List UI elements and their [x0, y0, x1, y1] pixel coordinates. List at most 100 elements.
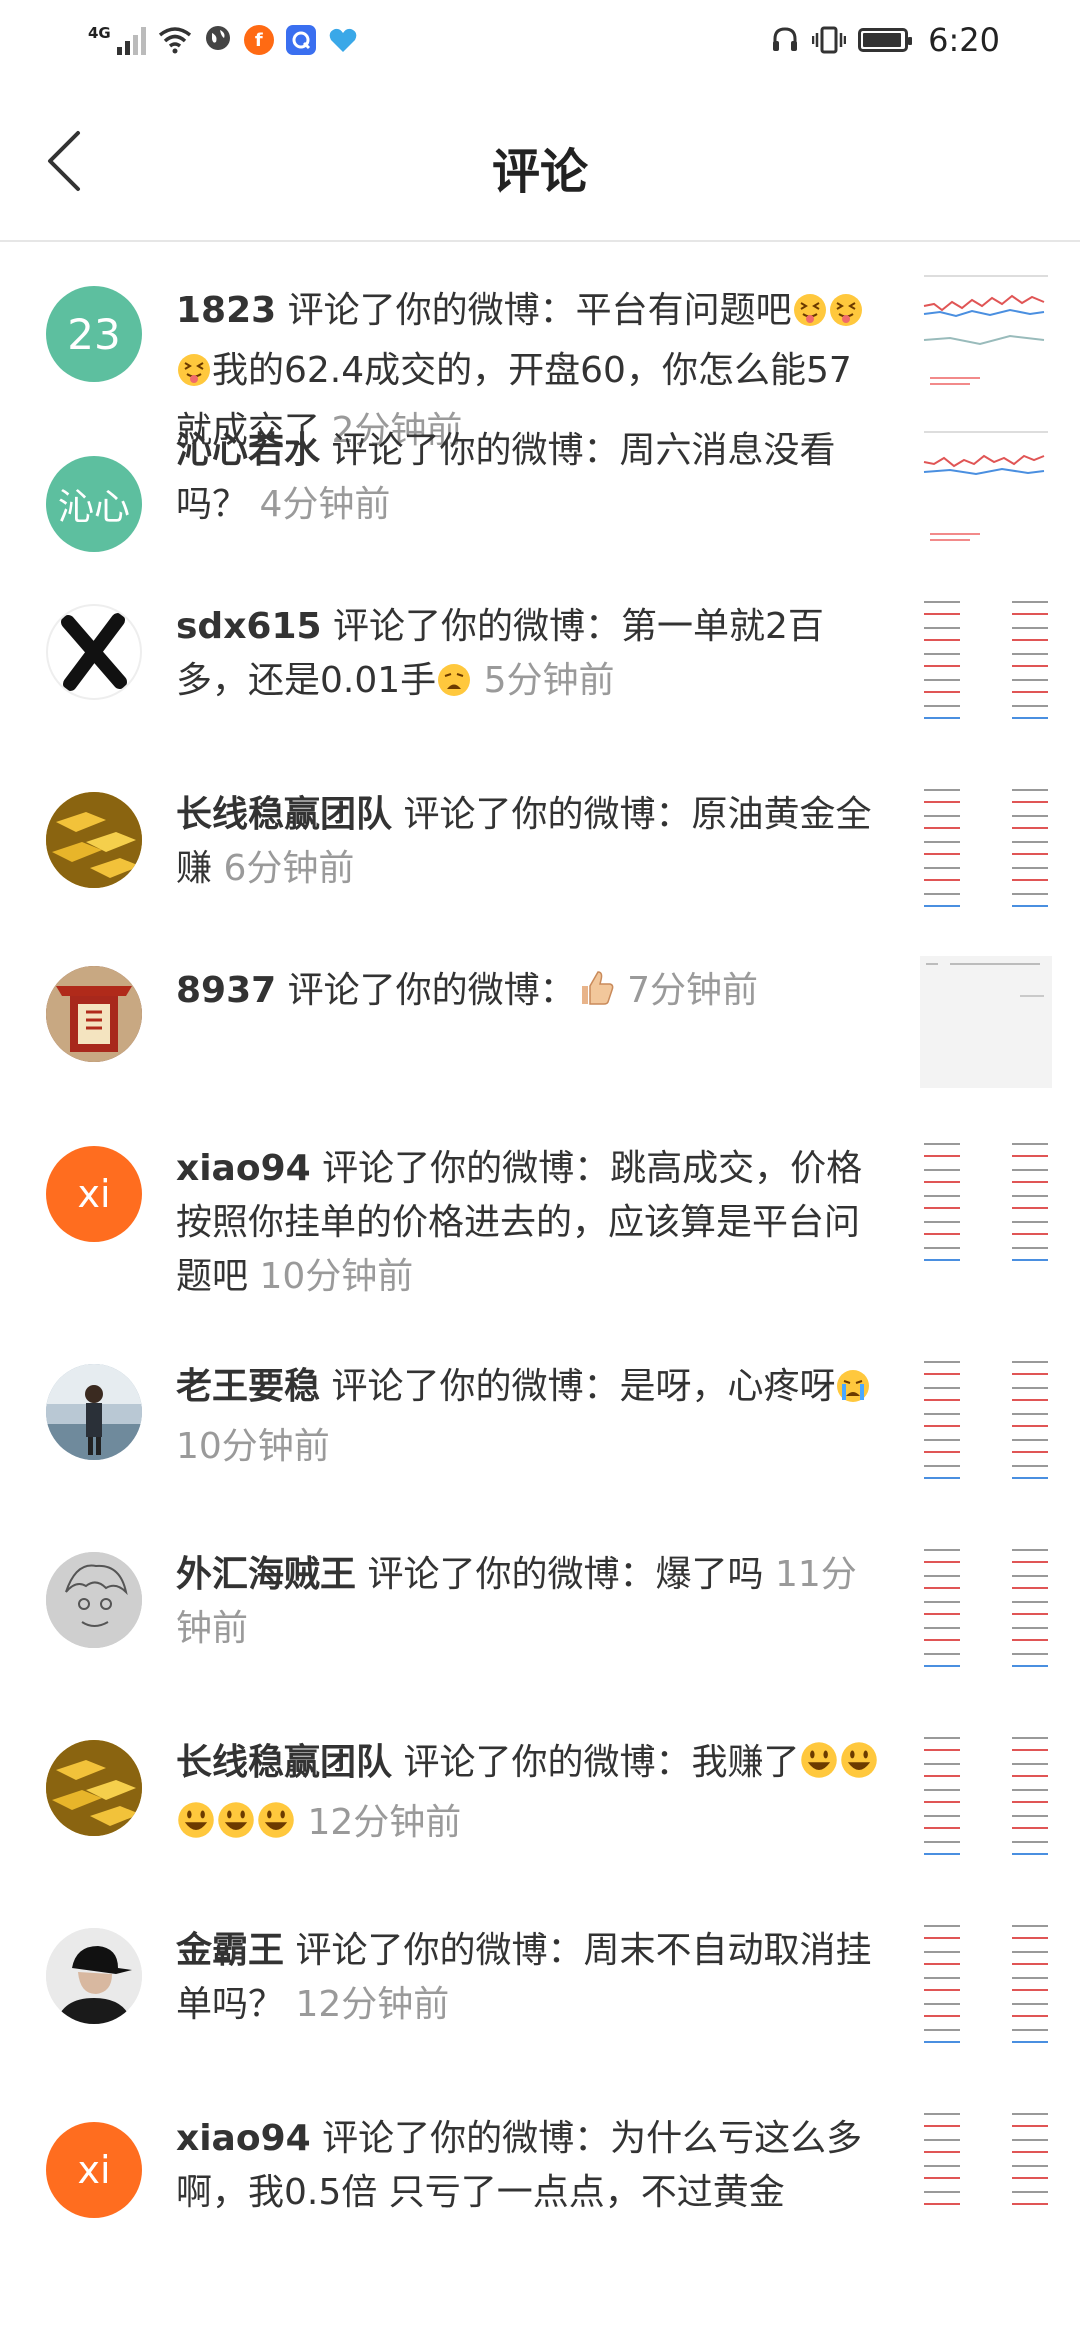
gold-bars-avatar-icon [46, 1740, 142, 1836]
avatar[interactable] [46, 966, 142, 1062]
post-thumbnail[interactable] [920, 1542, 1052, 1674]
comment-username[interactable]: xiao94 [176, 2118, 311, 2159]
post-thumbnail[interactable] [920, 1918, 1052, 2050]
grin-emoji-icon [799, 1740, 839, 1796]
comment-text: xiao94 评论了你的微博：跳高成交，价格按照你挂单的价格进去的，应该算是平台… [176, 1142, 886, 1304]
status-time: 6:20 [928, 21, 1000, 59]
comment-time: 4分钟前 [259, 484, 391, 525]
trade-list-thumbnail-icon [920, 1542, 1052, 1674]
post-thumbnail[interactable] [920, 594, 1052, 726]
status-icons-right: 6:20 [770, 21, 1000, 59]
comment-text: 沁心若水 评论了你的微博：周六消息没看吗？ 4分钟前 [176, 424, 886, 532]
comment-username[interactable]: 沁心若水 [176, 430, 320, 471]
globe-icon [204, 21, 232, 60]
trade-list-thumbnail-icon [920, 1354, 1052, 1486]
avatar[interactable] [46, 1364, 142, 1460]
comment-time: 10分钟前 [176, 1426, 330, 1467]
trade-list-thumbnail-icon [920, 2106, 1052, 2238]
grin-emoji-icon [256, 1800, 296, 1856]
comment-time: 12分钟前 [307, 1802, 462, 1843]
person-photo-avatar-icon [46, 1364, 142, 1460]
screenshot-thumbnail-icon [920, 956, 1052, 1088]
wifi-icon [158, 27, 191, 54]
avatar[interactable]: xi [46, 2122, 142, 2218]
comment-text: 长线稳赢团队 评论了你的微博：原油黄金全赚 6分钟前 [176, 788, 886, 896]
avatar[interactable]: xi [46, 1146, 142, 1242]
comment-time: 10分钟前 [259, 1256, 414, 1297]
network-type: 4G [88, 24, 111, 42]
post-thumbnail[interactable] [920, 1730, 1052, 1862]
post-thumbnail[interactable] [920, 426, 1052, 558]
grin-emoji-icon [839, 1740, 879, 1796]
crying-emoji-icon [835, 1366, 871, 1420]
comment-body: 评论了你的微博：爆了吗 [367, 1554, 764, 1595]
comment-username[interactable]: 金霸王 [176, 1930, 284, 1971]
person-cap-avatar-icon [46, 1928, 142, 2024]
comment-username[interactable]: 老王要稳 [176, 1366, 320, 1407]
avatar[interactable] [46, 1740, 142, 1836]
comment-body: 评论了你的微博：是呀，心疼呀 [331, 1366, 836, 1407]
post-thumbnail[interactable] [920, 1136, 1052, 1268]
comment-body: 评论了你的微博：平台有问题吧 [287, 290, 792, 331]
chart-thumbnail-icon [920, 270, 1052, 402]
x-mark-avatar-icon [61, 613, 127, 691]
comment-body: 评论了你的微博：我赚了 [403, 1742, 800, 1783]
weary-emoji-icon [436, 660, 472, 714]
avatar[interactable]: 23 [46, 286, 142, 382]
squint-tongue-emoji-icon [176, 350, 212, 404]
avatar[interactable] [46, 792, 142, 888]
comment-text: 8937 评论了你的微博： 7分钟前 [176, 964, 886, 1024]
app-f-icon: f [243, 25, 274, 55]
avatar[interactable]: 沁心 [46, 456, 142, 552]
comment-body: 评论了你的微博： [287, 970, 576, 1011]
comment-time: 7分钟前 [627, 970, 759, 1011]
headset-icon [773, 27, 798, 51]
post-thumbnail[interactable] [920, 2106, 1052, 2238]
trade-list-thumbnail-icon [920, 1730, 1052, 1862]
post-thumbnail[interactable] [920, 270, 1052, 402]
battery-icon [858, 28, 913, 52]
trade-list-thumbnail-icon [920, 782, 1052, 914]
comment-text: 金霸王 评论了你的微博：周末不自动取消挂单吗？ 12分钟前 [176, 1924, 886, 2032]
comment-username[interactable]: 8937 [176, 970, 276, 1011]
signal-icon [116, 25, 146, 55]
thumbs-up-emoji-icon [576, 968, 616, 1024]
grin-emoji-icon [176, 1800, 216, 1856]
trade-list-thumbnail-icon [920, 594, 1052, 726]
status-icons-left: 4G f [88, 21, 358, 60]
status-bar: 4G f 6:20 [0, 0, 1080, 80]
anime-sketch-avatar-icon [46, 1552, 142, 1648]
shrine-avatar-icon [46, 966, 142, 1062]
comment-time: 12分钟前 [295, 1984, 450, 2025]
comment-username[interactable]: 长线稳赢团队 [176, 1742, 392, 1783]
comment-text: 长线稳赢团队 评论了你的微博：我赚了 12分钟前 [176, 1736, 886, 1856]
app-q-icon [285, 25, 316, 55]
app-heart-icon [328, 25, 358, 55]
squint-tongue-emoji-icon [828, 290, 864, 344]
post-thumbnail[interactable] [920, 956, 1052, 1088]
post-thumbnail[interactable] [920, 782, 1052, 914]
avatar[interactable] [46, 1928, 142, 2024]
comment-time: 5分钟前 [483, 660, 615, 701]
comment-text: 外汇海贼王 评论了你的微博：爆了吗 11分钟前 [176, 1548, 886, 1656]
post-thumbnail[interactable] [920, 1354, 1052, 1486]
squint-tongue-emoji-icon [792, 290, 828, 344]
chart-thumbnail-icon [920, 426, 1052, 558]
page-title: 评论 [491, 144, 588, 200]
vibrate-icon [812, 26, 847, 54]
comment-text: xiao94 评论了你的微博：为什么亏这么多啊，我0.5倍 只亏了一点点，不过黄… [176, 2112, 886, 2220]
comment-username[interactable]: sdx615 [176, 606, 322, 647]
top-nav-bar: 评论 [0, 80, 1080, 242]
grin-emoji-icon [216, 1800, 256, 1856]
trade-list-thumbnail-icon [920, 1918, 1052, 2050]
comment-username[interactable]: 1823 [176, 290, 276, 331]
avatar[interactable] [46, 604, 142, 700]
comment-text: sdx615 评论了你的微博：第一单就2百多，还是0.01手 5分钟前 [176, 600, 886, 714]
comment-text: 老王要稳 评论了你的微博：是呀，心疼呀 10分钟前 [176, 1360, 886, 1474]
comment-username[interactable]: 长线稳赢团队 [176, 794, 392, 835]
gold-bars-avatar-icon [46, 792, 142, 888]
comment-time: 6分钟前 [223, 848, 355, 889]
avatar[interactable] [46, 1552, 142, 1648]
comment-username[interactable]: xiao94 [176, 1148, 311, 1189]
comment-username[interactable]: 外汇海贼王 [176, 1554, 356, 1595]
